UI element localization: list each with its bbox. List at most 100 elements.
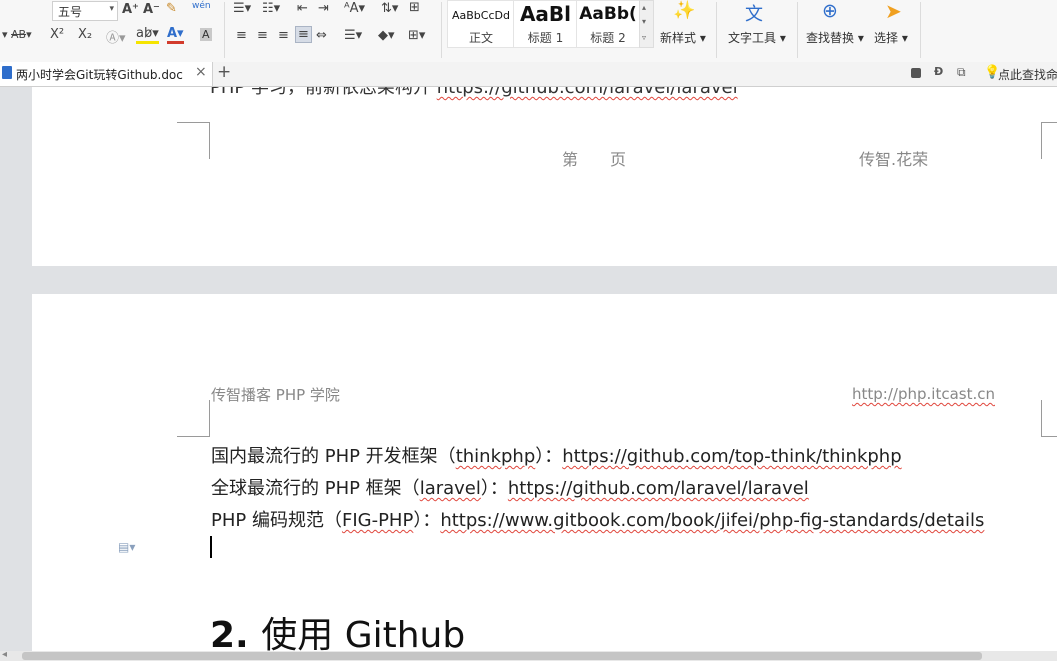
heading-2: 2. 使用 Github: [210, 606, 465, 651]
text-effect-icon[interactable]: Ⓐ▾: [106, 27, 126, 46]
line-2-prefix: 全球最流行的 PHP 框架（: [211, 478, 420, 499]
chevron-up-icon: ▴: [642, 3, 647, 12]
align-center-icon[interactable]: ≡: [257, 28, 268, 43]
minimize-icon[interactable]: [911, 68, 921, 78]
numbered-list-icon[interactable]: ☷▾: [262, 1, 280, 16]
char-shading-icon[interactable]: A: [200, 28, 212, 41]
body-line-2: 全球最流行的 PHP 框架（laravel）：https://github.co…: [211, 474, 809, 500]
new-style-icon: ✨: [673, 0, 696, 21]
find-replace-label: 查找替换: [806, 31, 855, 45]
style-heading-1[interactable]: AaBl 标题 1: [513, 0, 578, 48]
command-search-hint[interactable]: 点此查找命: [998, 66, 1057, 83]
new-tab-button[interactable]: +: [217, 62, 231, 82]
document-tab-title: 两小时学会Git玩转Github.doc: [16, 68, 183, 82]
line-3-prefix: PHP 编码规范（: [211, 510, 342, 531]
word-doc-icon: [2, 66, 12, 79]
horizontal-scrollbar[interactable]: ◂: [0, 649, 1057, 661]
style-normal-label: 正文: [468, 31, 493, 45]
find-replace-button[interactable]: 查找替换 ▾: [806, 29, 864, 46]
find-replace-icon: ⊕: [822, 0, 838, 22]
grow-font-button[interactable]: A⁺: [122, 2, 139, 17]
paragraph-options-icon[interactable]: ▤▾: [118, 540, 135, 554]
line-1-link[interactable]: https://github.com/top-think/thinkphp: [562, 446, 901, 467]
align-left-icon[interactable]: ≡: [236, 28, 247, 43]
bullet-list-icon[interactable]: ☰▾: [233, 1, 251, 16]
select-button[interactable]: 选择 ▾: [874, 29, 908, 46]
decrease-indent-icon[interactable]: ⇤: [297, 1, 308, 16]
cut-off-line-link[interactable]: https://github.com/laravel/laravel: [437, 87, 738, 98]
select-cursor-icon: ➤: [885, 0, 902, 23]
border-icon[interactable]: ⊞▾: [408, 28, 425, 43]
font-color-icon[interactable]: A▾: [167, 27, 184, 44]
body-line-3: PHP 编码规范（FIG-PHP）：https://www.gitbook.co…: [211, 506, 984, 532]
style-heading-2-preview: AaBb(: [579, 4, 637, 24]
shrink-font-button[interactable]: A⁻: [143, 2, 160, 17]
select-label: 选择: [874, 31, 899, 45]
body-line-1: 国内最流行的 PHP 开发框架（thinkphp）：https://github…: [211, 442, 902, 468]
line-1-mid: ）：: [535, 446, 563, 467]
chevron-down-icon: ▾: [642, 17, 647, 26]
distribute-icon[interactable]: ⇔: [316, 28, 327, 43]
scroll-thumb[interactable]: [22, 652, 982, 660]
superscript-button[interactable]: X²: [50, 27, 64, 42]
text-tools-button[interactable]: 文字工具 ▾: [728, 29, 786, 46]
shading-icon[interactable]: ◆▾: [378, 28, 395, 43]
style-normal[interactable]: AaBbCcDd 正文: [447, 0, 515, 48]
close-tab-icon[interactable]: ×: [195, 64, 207, 80]
increase-indent-icon[interactable]: ⇥: [318, 1, 329, 16]
style-heading-2[interactable]: AaBb( 标题 2: [576, 0, 640, 48]
font-size-select[interactable]: 五号 ▾: [52, 1, 118, 21]
justify-icon[interactable]: ≡: [295, 26, 312, 43]
margin-mark-left: [177, 400, 210, 437]
document-canvas[interactable]: PHP 学习，前新依恋架构开 https://github.com/larave…: [0, 87, 1057, 651]
new-style-button[interactable]: 新样式 ▾: [660, 29, 706, 46]
expand-icon: ▿: [642, 33, 647, 42]
line-3-link[interactable]: https://www.gitbook.com/book/jifei/php-f…: [440, 510, 984, 531]
header-right: http://php.itcast.cn: [852, 385, 995, 403]
line-spacing-icon[interactable]: ☰▾: [344, 28, 362, 43]
sort-icon[interactable]: ⇅▾: [381, 1, 398, 16]
font-size-value: 五号: [58, 5, 83, 19]
new-style-label: 新样式: [660, 31, 697, 45]
text-tools-label: 文字工具: [728, 31, 777, 45]
footer-page-number: 第 页: [562, 150, 627, 169]
line-2-name: laravel: [419, 478, 481, 499]
line-2-link[interactable]: https://github.com/laravel/laravel: [508, 478, 809, 499]
line-2-mid: ）：: [480, 478, 508, 499]
style-heading-1-label: 标题 1: [527, 31, 564, 45]
table-icon[interactable]: ⊞: [409, 0, 420, 15]
clear-format-icon[interactable]: ✎: [166, 1, 177, 16]
page-2[interactable]: 传智播客 PHP 学院 http://php.itcast.cn 国内最流行的 …: [32, 294, 1057, 651]
restore-icon[interactable]: ⧉: [957, 65, 966, 80]
strikethrough-button[interactable]: ▾ AB▾: [2, 28, 32, 41]
heading-number: 2.: [210, 615, 249, 651]
line-1-prefix: 国内最流行的 PHP 开发框架（: [211, 446, 456, 467]
style-gallery-scroll[interactable]: ▴ ▾ ▿: [639, 0, 654, 48]
text-direction-icon[interactable]: ᴬA▾: [344, 1, 365, 16]
line-3-name: FIG-PHP: [341, 510, 414, 531]
ribbon-toolbar: 五号 ▾ A⁺ A⁻ ✎ wén ☰▾ ☷▾ ⇤ ⇥ ᴬA▾ ⇅▾ ⊞ ▾ AB…: [0, 0, 1057, 63]
page-1[interactable]: PHP 学习，前新依恋架构开 https://github.com/larave…: [32, 87, 1057, 266]
doc-mode-icon[interactable]: Ð: [934, 65, 943, 78]
document-tab-bar: 两小时学会Git玩转Github.doc × + Ð ⧉ 💡 点此查找命: [0, 62, 1057, 87]
align-right-icon[interactable]: ≡: [278, 28, 289, 43]
style-heading-2-label: 标题 2: [590, 31, 626, 45]
margin-mark-right: [1041, 400, 1057, 437]
footer-author: 传智.花荣: [859, 150, 929, 169]
margin-mark-left: [177, 122, 210, 159]
document-tab[interactable]: 两小时学会Git玩转Github.doc ×: [0, 62, 213, 86]
cut-off-line-text: PHP 学习，前新依恋架构开: [210, 87, 431, 98]
line-1-name: thinkphp: [455, 446, 536, 467]
heading-text: 使用 Github: [261, 615, 466, 651]
highlight-color-icon[interactable]: ab̷▾: [136, 27, 159, 44]
strike-label: AB: [11, 28, 27, 41]
chevron-left-icon[interactable]: ◂: [2, 649, 7, 660]
margin-mark-right: [1041, 122, 1057, 159]
style-heading-1-preview: AaBl: [519, 2, 572, 26]
subscript-button[interactable]: X₂: [78, 27, 92, 42]
style-normal-preview: AaBbCcDd: [452, 9, 510, 22]
line-3-mid: ）：: [413, 510, 441, 531]
text-tools-icon: 文: [745, 4, 763, 25]
cut-off-line: PHP 学习，前新依恋架构开 https://github.com/larave…: [210, 87, 738, 99]
phonetic-guide-button[interactable]: wén: [192, 1, 211, 11]
